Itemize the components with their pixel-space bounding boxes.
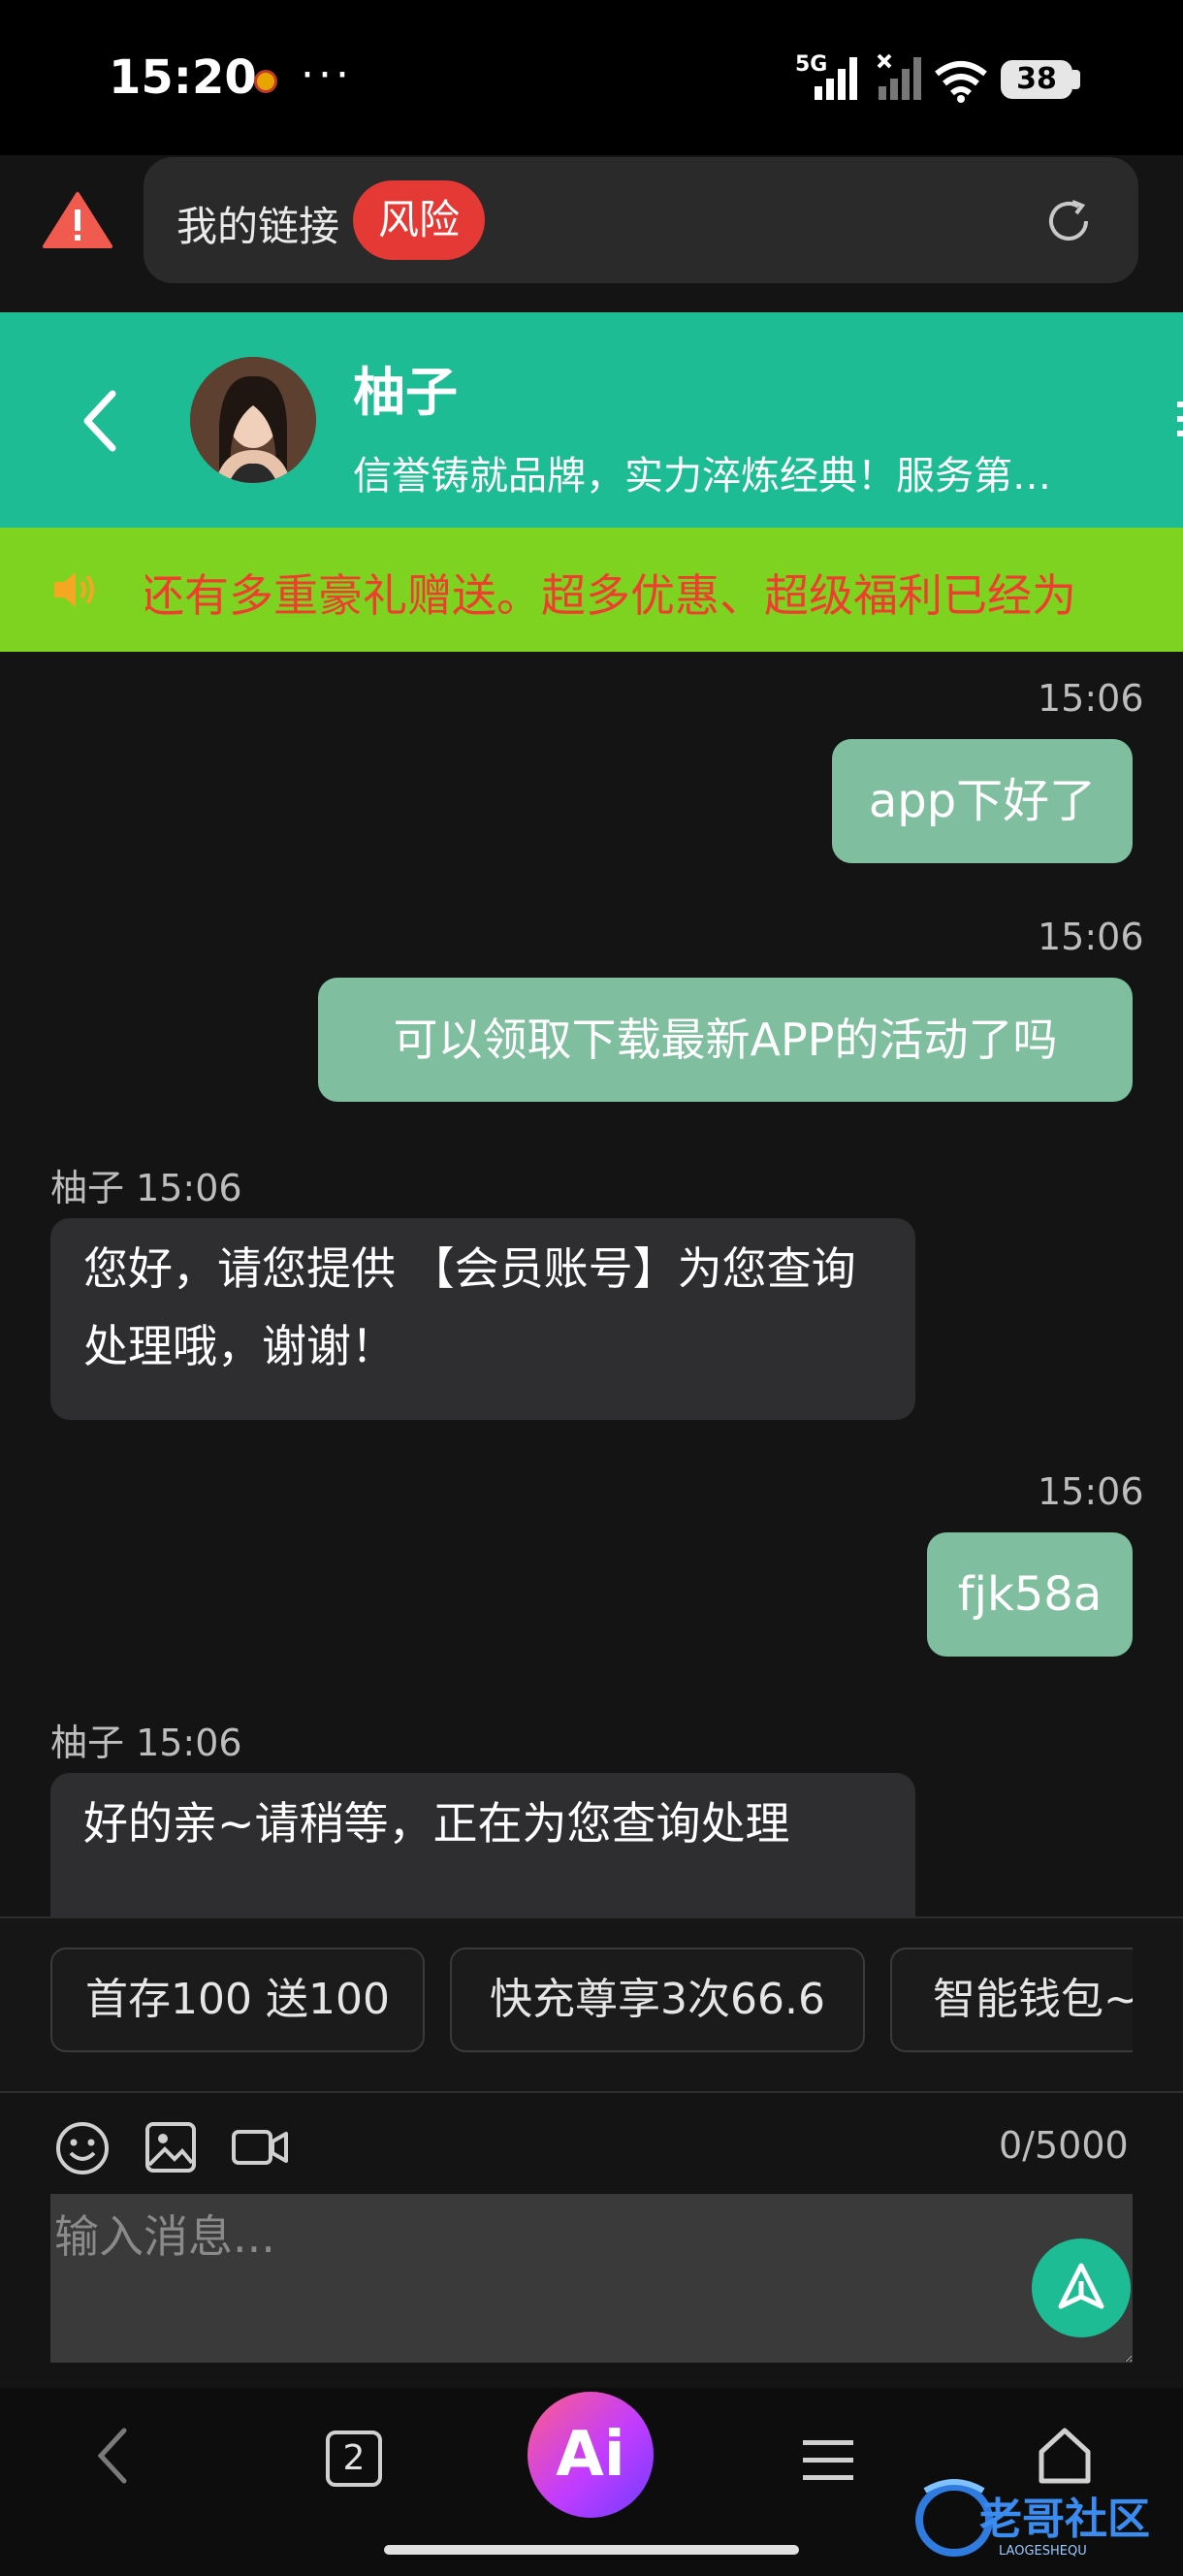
- watermark-text: 老哥社区: [979, 2495, 1150, 2544]
- message-list[interactable]: 15:06 app下好了 15:06 可以领取下载最新APP的活动了吗 柚子 1…: [0, 652, 1183, 1916]
- ai-button[interactable]: Ai: [528, 2392, 654, 2518]
- agent-slogan: 信誉铸就品牌，实力淬炼经典！服务第…: [353, 454, 1051, 499]
- battery-nub: [1072, 70, 1080, 89]
- agent-name: 柚子: [353, 362, 458, 423]
- char-count: 0/5000: [999, 2124, 1129, 2167]
- send-icon: [1058, 2263, 1104, 2309]
- signal-strength-icon: [815, 57, 857, 100]
- back-icon[interactable]: [78, 388, 122, 454]
- more-icon[interactable]: [1175, 400, 1183, 438]
- incoming-message[interactable]: 您好，请您提供 【会员账号】为您查询处理哦，谢谢！: [50, 1218, 915, 1420]
- message-sender-time: 柚子 15:06: [50, 1722, 242, 1764]
- refresh-icon[interactable]: [1043, 196, 1094, 246]
- quick-reply-bar[interactable]: 首存100 送100 快充尊享3次66.6 智能钱包~: [0, 1916, 1183, 2093]
- message-time: 15:06: [1038, 1470, 1144, 1513]
- quick-reply-chip[interactable]: 首存100 送100: [50, 1948, 425, 2052]
- outgoing-message[interactable]: fjk58a: [927, 1532, 1133, 1657]
- menu-icon[interactable]: [801, 2436, 855, 2485]
- watermark-subtext: LAOGESHEQU: [999, 2544, 1087, 2559]
- tabs-button[interactable]: 2: [326, 2431, 382, 2487]
- incoming-message[interactable]: 好的亲~请稍等，正在为您查询处理: [50, 1773, 915, 1916]
- message-sender-time: 柚子 15:06: [50, 1167, 242, 1209]
- emoji-icon[interactable]: [54, 2120, 111, 2176]
- message-input[interactable]: [50, 2194, 1133, 2363]
- announcement-clip: 还有多重豪礼赠送。超多优惠、超级福利已经为: [145, 528, 1183, 652]
- risk-badge[interactable]: 风险: [353, 180, 485, 260]
- message-time: 15:06: [1038, 916, 1144, 958]
- status-time: 15:20: [109, 50, 257, 105]
- outgoing-message[interactable]: 可以领取下载最新APP的活动了吗: [318, 978, 1133, 1102]
- watermark-logo: 老哥社区 LAOGESHEQU: [915, 2479, 1150, 2559]
- status-more-indicator: ···: [301, 50, 353, 100]
- speaker-icon: [54, 572, 94, 607]
- send-button[interactable]: [1032, 2238, 1131, 2337]
- address-text[interactable]: 我的链接: [176, 194, 339, 253]
- nav-back-icon[interactable]: [93, 2425, 132, 2487]
- wifi-icon: [935, 61, 987, 103]
- battery-level: 38: [1016, 62, 1057, 96]
- quick-reply-chip[interactable]: 智能钱包~: [890, 1948, 1133, 2052]
- video-icon[interactable]: [231, 2126, 289, 2169]
- notification-icon: [254, 70, 277, 93]
- signal-strength-secondary-icon: [877, 53, 921, 100]
- avatar[interactable]: [190, 357, 316, 483]
- outgoing-message[interactable]: app下好了: [832, 739, 1133, 863]
- message-time: 15:06: [1038, 677, 1144, 720]
- announcement-text: 还有多重豪礼赠送。超多优惠、超级福利已经为: [145, 569, 1076, 622]
- quick-reply-chip[interactable]: 快充尊享3次66.6: [450, 1948, 865, 2052]
- warning-icon[interactable]: [43, 190, 112, 248]
- home-indicator: [384, 2545, 799, 2555]
- avatar-image: [190, 357, 316, 483]
- image-icon[interactable]: [144, 2120, 198, 2174]
